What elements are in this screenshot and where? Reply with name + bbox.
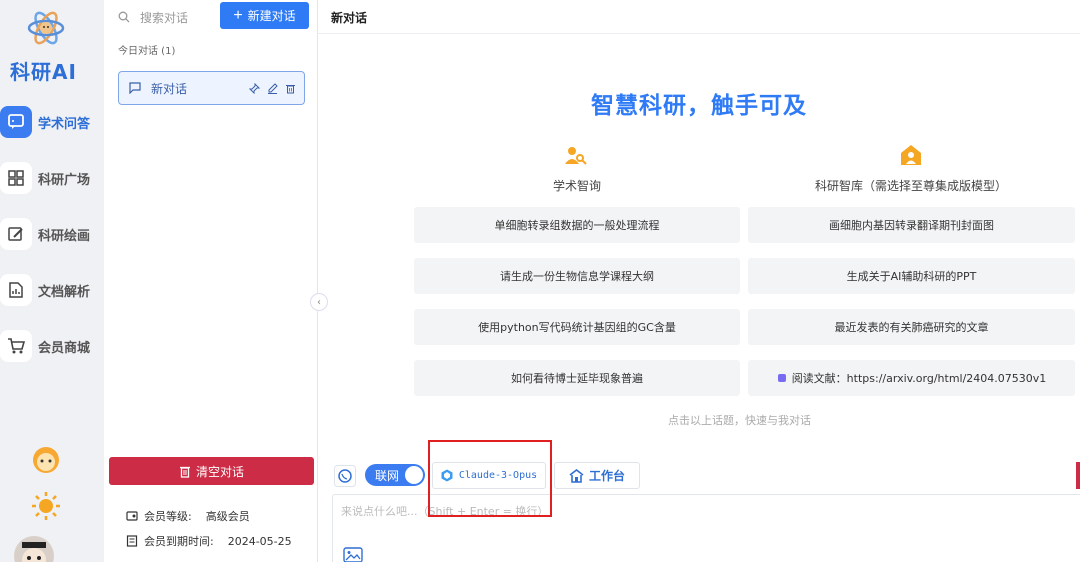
conversation-title: 新对话 — [151, 81, 188, 96]
chat-input-box[interactable] — [332, 494, 1080, 562]
plus-icon: + — [233, 6, 243, 24]
model-name: Claude-3-Opus — [458, 470, 538, 481]
main-area: 新对话 ‹ 智慧科研，触手可及 学术智询 科研智库（需选择至尊集成版模型） 单细… — [310, 0, 1080, 562]
atom-logo-icon — [27, 11, 65, 45]
search-box[interactable]: 搜索对话 — [118, 7, 188, 27]
whatsapp-icon[interactable] — [334, 465, 356, 487]
top-bar: 新对话 — [318, 0, 1080, 34]
suggestion-card[interactable]: 最近发表的有关肺癌研究的文章 — [748, 309, 1075, 345]
workbench-label: 工作台 — [588, 469, 625, 483]
suggestion-card[interactable]: 使用python写代码统计基因组的GC含量 — [414, 309, 740, 345]
rail-item-research-plaza[interactable]: 科研广场 — [0, 160, 104, 196]
brand-name: 科研AI — [10, 60, 77, 84]
member-level-row: 会员等级: 高级会员 — [126, 508, 250, 524]
member-expire-row: 会员到期时间: 2024-05-25 — [126, 533, 292, 549]
hexagon-model-icon — [441, 469, 453, 482]
trash-icon — [179, 466, 190, 478]
rail-item-label: 科研绘画 — [38, 228, 91, 244]
library-icon — [901, 145, 921, 165]
left-rail: 科研AI 学术问答 科研广场 科研绘画 文档解析 会员商城 — [0, 0, 104, 562]
rail-item-member-store[interactable]: 会员商城 — [0, 328, 104, 364]
member-expire-label: 会员到期时间: — [144, 535, 214, 548]
member-level-value: 高级会员 — [205, 510, 250, 523]
suggestion-card[interactable]: 如何看待博士延毕现象普遍 — [414, 360, 740, 396]
chevron-left-icon[interactable]: ‹ — [310, 293, 328, 311]
today-group-label: 今日对话 (1) — [118, 46, 176, 57]
hero-title: 智慧科研，触手可及 — [591, 93, 807, 119]
image-upload-icon[interactable] — [343, 547, 363, 562]
column-heading-left: 学术智询 — [552, 179, 601, 193]
model-selector-button[interactable]: Claude-3-Opus — [432, 462, 546, 489]
mascot-icon[interactable] — [30, 444, 62, 478]
document-icon — [0, 274, 32, 306]
chat-input[interactable] — [341, 503, 1041, 543]
rail-item-academic-qa[interactable]: 学术问答 — [0, 104, 104, 140]
grid-icon — [0, 162, 32, 194]
member-expire-value: 2024-05-25 — [227, 534, 292, 548]
hint-text: 点击以上话题，快速与我对话 — [668, 414, 811, 427]
message-icon — [129, 82, 141, 94]
suggestion-card[interactable]: 生成关于AI辅助科研的PPT — [748, 258, 1075, 294]
suggestion-card[interactable]: 画细胞内基因转录翻译期刊封面图 — [748, 207, 1075, 243]
send-button[interactable] — [1076, 462, 1080, 489]
new-chat-label: 新建对话 — [247, 9, 296, 23]
suggestion-card[interactable]: 请生成一份生物信息学课程大纲 — [414, 258, 740, 294]
web-search-label: 联网 — [375, 468, 400, 483]
sun-theme-icon[interactable] — [30, 490, 62, 526]
rail-item-label: 文档解析 — [38, 284, 91, 300]
rail-item-label: 科研广场 — [38, 172, 91, 188]
users-icon — [565, 147, 587, 165]
paint-icon — [0, 218, 32, 250]
clear-chats-label: 清空对话 — [195, 464, 244, 479]
workbench-button[interactable]: 工作台 — [554, 462, 640, 489]
rail-item-doc-parse[interactable]: 文档解析 — [0, 272, 104, 308]
member-level-label: 会员等级: — [144, 510, 192, 523]
web-search-toggle[interactable]: 联网 — [365, 464, 425, 486]
pin-icon[interactable] — [249, 82, 260, 94]
conversation-panel: 搜索对话 + 新建对话 今日对话 (1) 新对话 清空对话 会员等级: 高级会员… — [104, 0, 318, 562]
toggle-knob — [405, 466, 423, 484]
page-title: 新对话 — [331, 11, 368, 25]
id-card-icon — [126, 511, 138, 521]
calendar-icon — [126, 535, 138, 547]
home-icon — [569, 468, 584, 483]
suggestion-card[interactable]: 单细胞转录组数据的一般处理流程 — [414, 207, 740, 243]
cart-icon — [0, 330, 32, 362]
suggestion-card-arxiv[interactable]: 阅读文献：https://arxiv.org/html/2404.07530v1 — [748, 360, 1075, 396]
rail-item-research-drawing[interactable]: 科研绘画 — [0, 216, 104, 252]
rail-item-label: 学术问答 — [38, 116, 91, 132]
column-heading-right: 科研智库（需选择至尊集成版模型） — [814, 179, 1007, 193]
chat-square-icon — [0, 106, 32, 138]
clear-chats-button[interactable]: 清空对话 — [109, 457, 314, 485]
search-icon — [118, 11, 130, 23]
suggestion-card-text: 阅读文献：https://arxiv.org/html/2404.07530v1 — [791, 372, 1047, 385]
search-input[interactable]: 搜索对话 — [140, 9, 188, 26]
rail-item-label: 会员商城 — [38, 340, 91, 356]
new-chat-button[interactable]: + 新建对话 — [220, 2, 309, 29]
sparkle-icon — [777, 374, 786, 382]
